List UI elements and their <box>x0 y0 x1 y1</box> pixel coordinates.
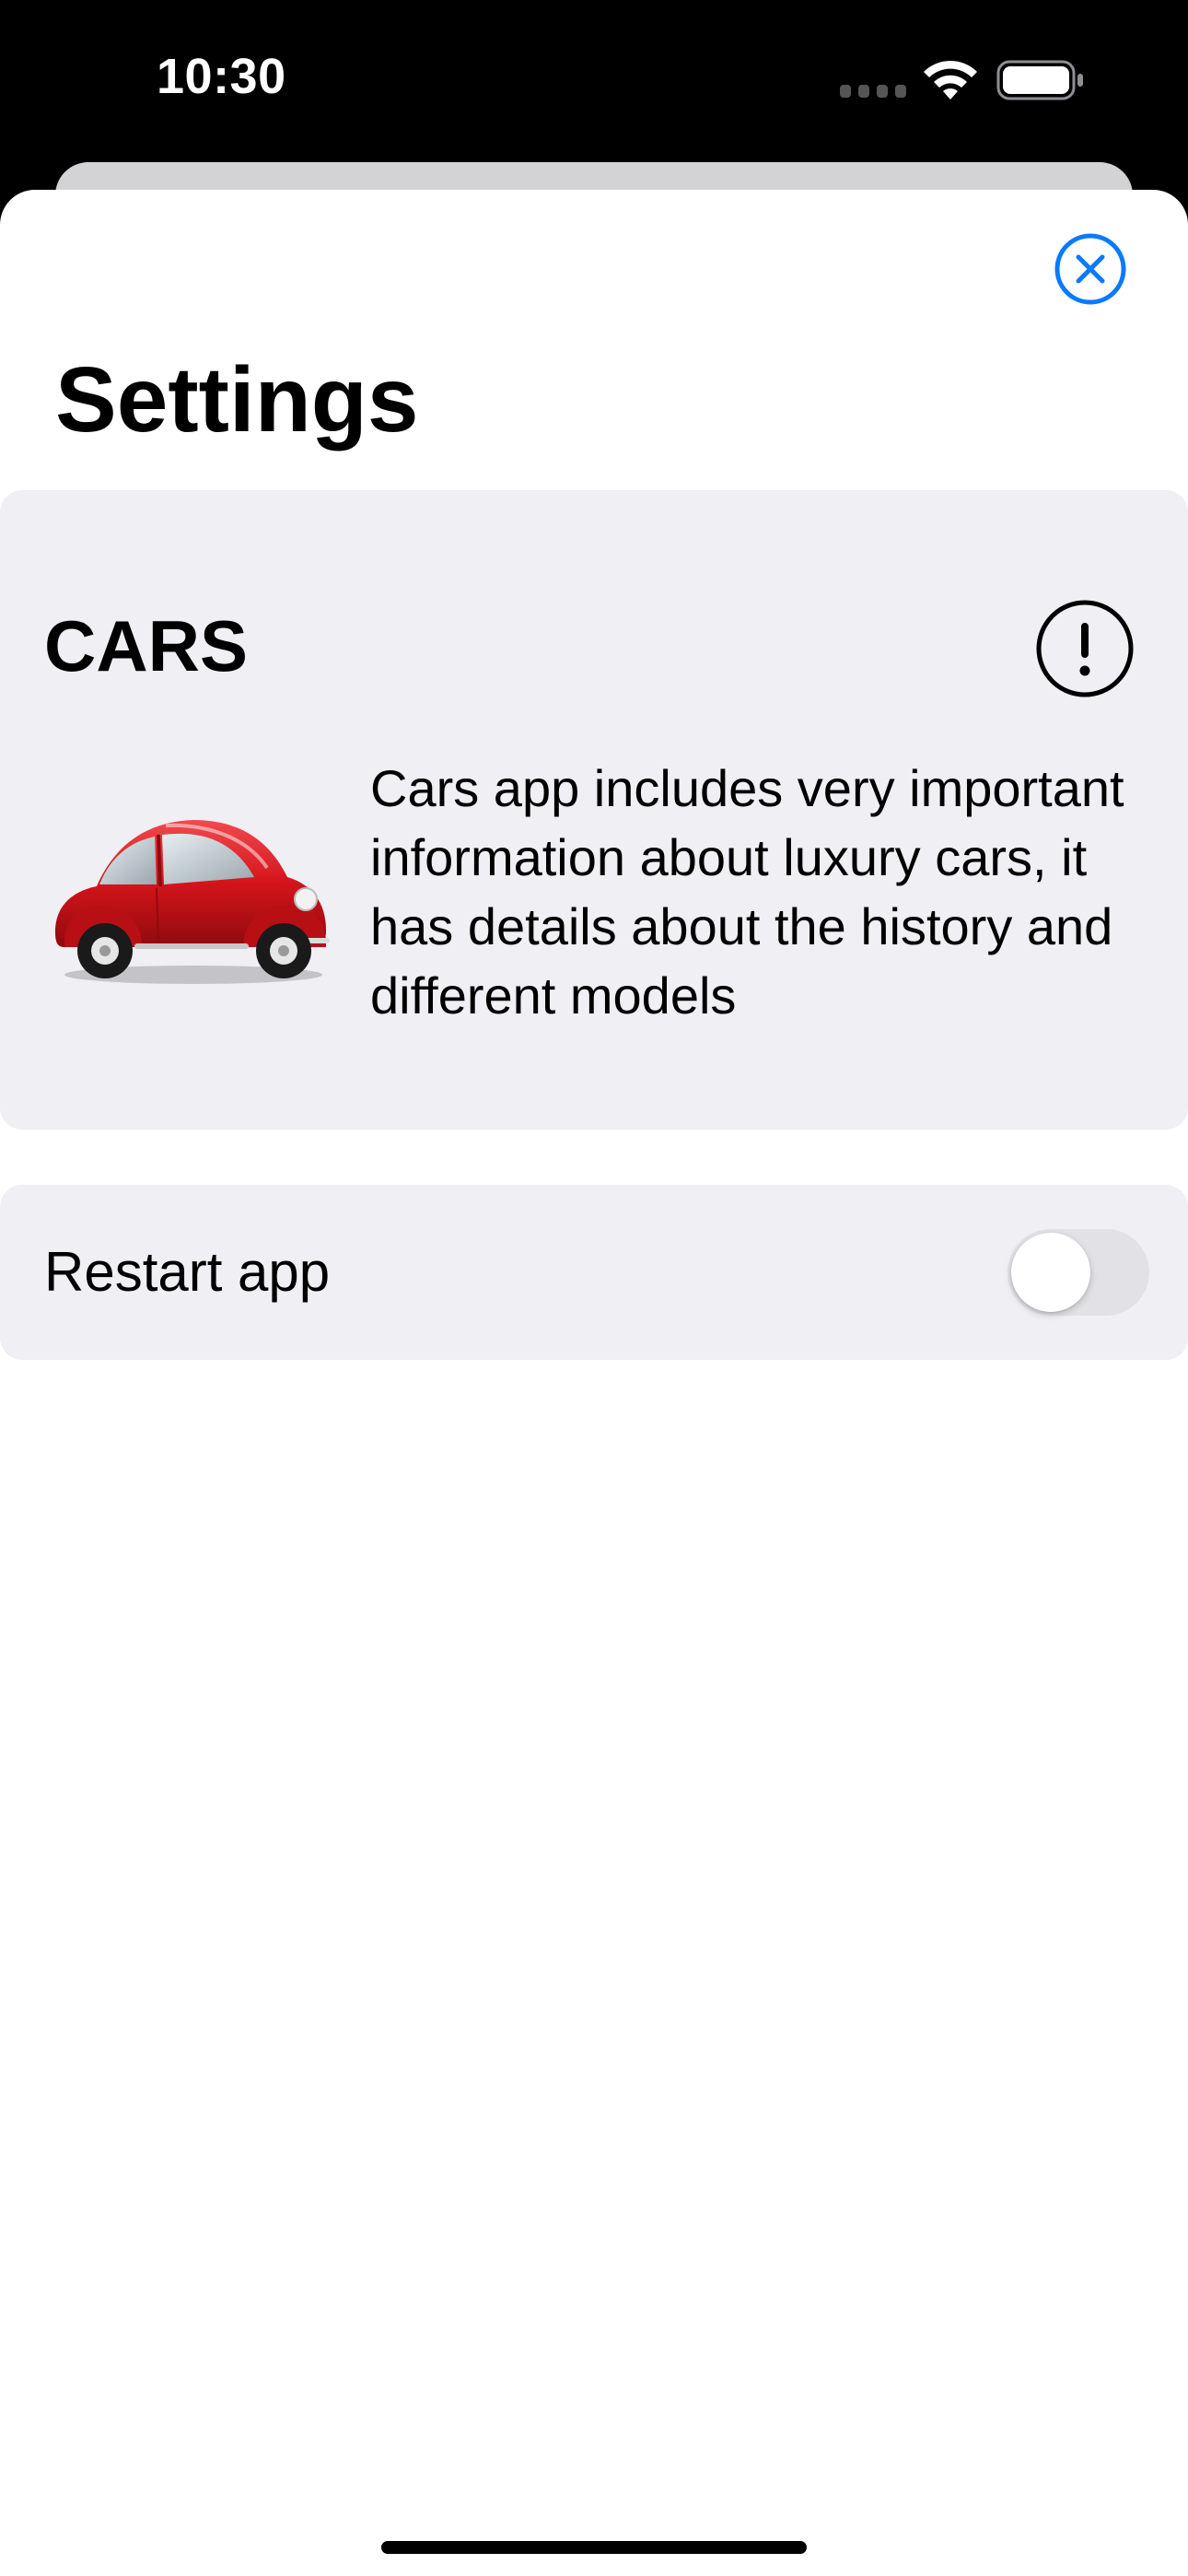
cars-description: Cars app includes very important informa… <box>370 759 1124 1025</box>
exclamation-circle-icon[interactable] <box>1035 599 1135 698</box>
cars-heading: CARS <box>44 605 249 686</box>
cars-section-card: CARS Cars app includes very important in… <box>0 490 1188 1130</box>
home-indicator <box>381 2541 807 2554</box>
restart-app-toggle[interactable] <box>1007 1229 1149 1316</box>
battery-icon <box>996 60 1083 100</box>
screen: 10:30 Settings CARS Cars app includes ve… <box>0 0 1188 2576</box>
wifi-icon <box>924 60 977 100</box>
close-icon[interactable] <box>1054 232 1127 306</box>
red-car-image <box>55 820 330 984</box>
page-title: Settings <box>55 348 419 451</box>
settings-sheet: Settings CARS Cars app includes very imp… <box>0 190 1188 2576</box>
restart-app-label: Restart app <box>44 1241 331 1303</box>
status-time: 10:30 <box>157 49 286 104</box>
cellular-signal-icon <box>840 85 906 98</box>
status-bar: 10:30 <box>0 0 1188 161</box>
toggle-knob <box>1011 1233 1090 1312</box>
restart-app-row: Restart app <box>0 1185 1188 1360</box>
